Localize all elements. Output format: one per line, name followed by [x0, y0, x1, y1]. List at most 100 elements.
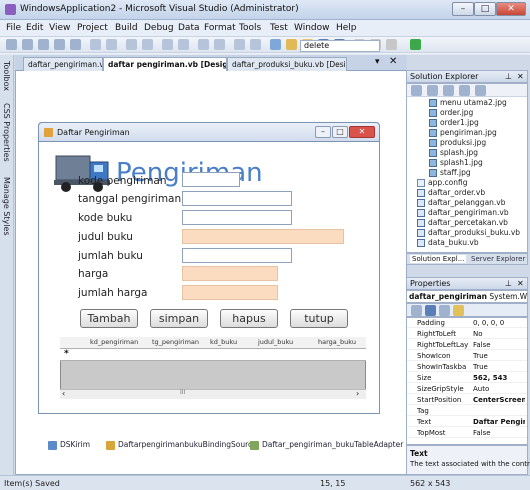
align-right-icon[interactable]: [38, 39, 49, 50]
align-center-icon[interactable]: [22, 39, 33, 50]
menu-format[interactable]: Format: [204, 23, 236, 33]
find-combo[interactable]: delete: [300, 40, 380, 52]
property-pages-icon[interactable]: [439, 305, 450, 316]
tab-daftar-pengiriman-code[interactable]: daftar_pengiriman.vb: [23, 57, 103, 71]
prop-row-showintaskbar[interactable]: ShowInTaskba True: [407, 362, 527, 372]
judul-buku-input[interactable]: [182, 229, 344, 244]
menu-help[interactable]: Help: [336, 23, 357, 33]
col-tg-pengiriman[interactable]: tg_pengiriman: [152, 338, 199, 346]
menu-build[interactable]: Build: [115, 23, 138, 33]
tab-daftar-pengiriman-design[interactable]: daftar pengiriman.vb [Design]: [103, 57, 227, 71]
harga-input[interactable]: [182, 266, 278, 281]
properties-pin-icon[interactable]: ⊥: [505, 278, 512, 289]
prop-row-topmost[interactable]: TopMost False: [407, 428, 527, 438]
kode-buku-input[interactable]: [182, 210, 292, 225]
show-all-icon[interactable]: [427, 85, 438, 96]
grid-new-row[interactable]: *: [60, 349, 366, 361]
align-left-icon[interactable]: [6, 39, 17, 50]
prop-value[interactable]: False: [473, 428, 525, 438]
col-kd-pengiriman[interactable]: kd_pengiriman: [90, 338, 138, 346]
prop-value[interactable]: Daftar Pengirin: [473, 417, 525, 427]
se-item[interactable]: daftar_order.vb: [417, 188, 485, 197]
spacing2-icon[interactable]: [142, 39, 153, 50]
close-doc-icon[interactable]: ✕: [389, 56, 397, 67]
kode-pengiriman-input[interactable]: [182, 172, 240, 187]
properties-object-selector[interactable]: daftar_pengiriman System.Windo: [406, 290, 528, 303]
prop-row-righttoleftlayout[interactable]: RightToLeftLay False: [407, 340, 527, 350]
menu-edit[interactable]: Edit: [26, 23, 43, 33]
prop-value[interactable]: Auto: [473, 384, 525, 394]
tambah-button[interactable]: Tambah: [80, 309, 138, 328]
panel-close-icon[interactable]: ✕: [517, 71, 524, 82]
prop-value[interactable]: True: [473, 362, 525, 372]
menu-window[interactable]: Window: [294, 23, 330, 33]
properties-icon[interactable]: [411, 85, 422, 96]
se-item[interactable]: produksi.jpg: [429, 138, 486, 147]
tray-binding-source[interactable]: DaftarpengirimanbukuBindingSource: [106, 440, 257, 450]
tray-dskirim[interactable]: DSKirim: [48, 440, 90, 450]
se-item[interactable]: daftar_percetakan.vb: [417, 218, 508, 227]
start-debug-icon[interactable]: [410, 39, 421, 50]
prop-row-startposition[interactable]: StartPosition CenterScreen: [407, 395, 527, 405]
view-designer-icon[interactable]: [475, 85, 486, 96]
tray-table-adapter[interactable]: Daftar_pengiriman_bukuTableAdapter: [250, 440, 403, 450]
prop-row-text[interactable]: Text Daftar Pengirin: [407, 417, 527, 427]
form-minimize-button[interactable]: –: [315, 126, 331, 138]
prop-row-righttoleft[interactable]: RightToLeft No: [407, 329, 527, 339]
pin-icon[interactable]: ⊥: [505, 71, 512, 82]
prop-value[interactable]: 562, 543: [473, 373, 525, 383]
css-properties-tab[interactable]: CSS Properties: [2, 103, 11, 162]
minimize-button[interactable]: –: [452, 2, 474, 16]
prop-row-size[interactable]: Size 562, 543: [407, 373, 527, 383]
prop-value[interactable]: 0, 0, 0, 0: [473, 318, 525, 328]
menu-file[interactable]: File: [6, 23, 21, 33]
align-top-icon[interactable]: [54, 39, 65, 50]
maximize-button[interactable]: □: [474, 2, 496, 16]
categorized-icon[interactable]: [411, 305, 422, 316]
close-button[interactable]: ✕: [496, 2, 526, 16]
scroll-thumb[interactable]: III: [180, 389, 185, 396]
manage-styles-tab[interactable]: Manage Styles: [2, 177, 11, 236]
menu-tools[interactable]: Tools: [239, 23, 261, 33]
se-item[interactable]: splash.jpg: [429, 148, 478, 157]
tanggal-pengiriman-picker[interactable]: [182, 191, 292, 206]
prop-value[interactable]: False: [473, 340, 525, 350]
menu-project[interactable]: Project: [77, 23, 108, 33]
tab-daftar-produksi-design[interactable]: daftar_produksi_buku.vb [Design]: [227, 57, 347, 71]
events-icon[interactable]: [453, 305, 464, 316]
hapus-button[interactable]: hapus: [220, 309, 278, 328]
se-item[interactable]: order.jpg: [429, 108, 473, 117]
menu-test[interactable]: Test: [270, 23, 288, 33]
paste-icon[interactable]: [386, 39, 397, 50]
add-item-icon[interactable]: [286, 39, 297, 50]
prop-row-tag[interactable]: Tag: [407, 406, 527, 416]
tutup-button[interactable]: tutup: [290, 309, 348, 328]
properties-close-icon[interactable]: ✕: [517, 278, 524, 289]
prop-value[interactable]: True: [473, 351, 525, 361]
jumlah-buku-input[interactable]: [182, 248, 292, 263]
tab-order-icon[interactable]: [234, 39, 245, 50]
menu-view[interactable]: View: [49, 23, 70, 33]
center-vert-icon[interactable]: [178, 39, 189, 50]
new-project-icon[interactable]: [270, 39, 281, 50]
toolbox-tab[interactable]: Toolbox: [2, 61, 11, 91]
spacing-icon[interactable]: [126, 39, 137, 50]
se-item[interactable]: pengiriman.jpg: [429, 128, 497, 137]
col-harga-buku[interactable]: harga_buku: [318, 338, 356, 346]
simpan-button[interactable]: simpan: [150, 309, 208, 328]
refresh-icon[interactable]: [443, 85, 454, 96]
col-kd-buku[interactable]: kd_buku: [210, 338, 237, 346]
se-item[interactable]: order1.jpg: [429, 118, 479, 127]
se-item[interactable]: splash1.jpg: [429, 158, 483, 167]
grid-icon[interactable]: [106, 39, 117, 50]
send-back-icon[interactable]: [214, 39, 225, 50]
prop-value[interactable]: No: [473, 329, 525, 339]
se-item[interactable]: data_buku.vb: [417, 238, 479, 247]
prop-row-showicon[interactable]: ShowIcon True: [407, 351, 527, 361]
se-item[interactable]: staff.jpg: [429, 168, 471, 177]
prop-row-sizegripstyle[interactable]: SizeGripStyle Auto: [407, 384, 527, 394]
col-judul-buku[interactable]: judul_buku: [258, 338, 293, 346]
tab-list-icon[interactable]: ▾: [375, 57, 380, 67]
se-item[interactable]: daftar_produksi_buku.vb: [417, 228, 520, 237]
tab-server-explorer[interactable]: Server Explorer: [471, 255, 525, 263]
